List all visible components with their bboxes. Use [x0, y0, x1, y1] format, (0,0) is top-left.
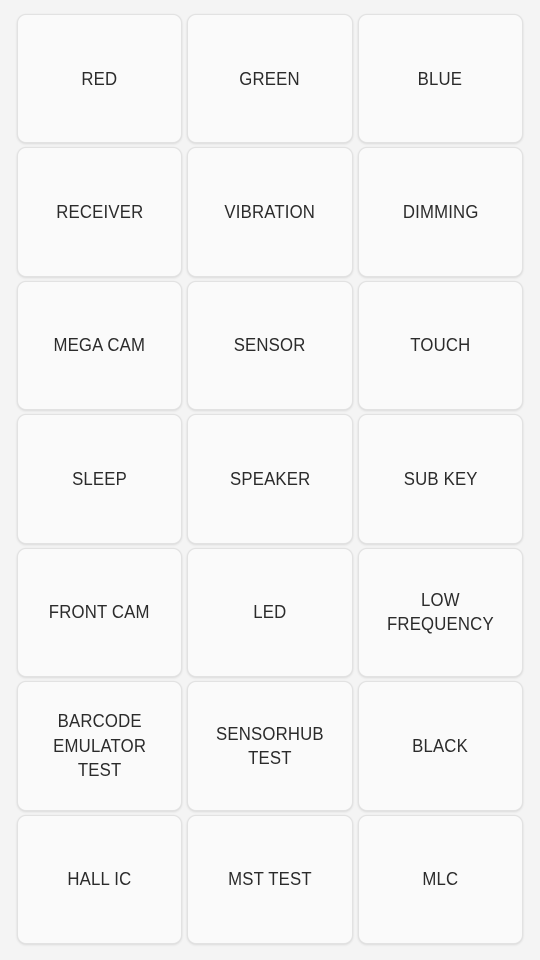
- test-card-sub-key[interactable]: SUB KEY: [357, 414, 523, 544]
- test-card-mlc[interactable]: MLC: [357, 814, 523, 944]
- test-card-label: HALL IC: [67, 869, 132, 890]
- test-card-speaker[interactable]: SPEAKER: [187, 414, 353, 544]
- test-card-hall-ic[interactable]: HALL IC: [17, 814, 183, 944]
- test-card-label: LOW FREQUENCY: [386, 590, 494, 635]
- test-card-label: MLC: [422, 869, 459, 890]
- test-menu-grid: RED GREEN BLUE RECEIVER VIBRATION DIMMIN…: [0, 0, 540, 960]
- test-card-touch[interactable]: TOUCH: [357, 280, 523, 411]
- test-card-label: DIMMING: [402, 201, 479, 222]
- test-card-label: GREEN: [239, 68, 301, 89]
- test-card-label: RECEIVER: [56, 201, 144, 222]
- test-card-sensorhub-test[interactable]: SENSORHUB TEST: [187, 681, 353, 811]
- test-card-label: VIBRATION: [224, 201, 316, 222]
- test-card-label: MEGA CAM: [53, 335, 146, 356]
- test-card-label: RED: [81, 68, 118, 89]
- test-card-sleep[interactable]: SLEEP: [17, 414, 183, 544]
- test-card-black[interactable]: BLACK: [357, 681, 523, 811]
- test-card-front-cam[interactable]: FRONT CAM: [17, 547, 183, 678]
- test-card-low-frequency[interactable]: LOW FREQUENCY: [357, 547, 523, 678]
- test-card-mst-test[interactable]: MST TEST: [187, 814, 353, 944]
- test-card-label: SUB KEY: [403, 468, 478, 489]
- test-card-receiver[interactable]: RECEIVER: [17, 147, 183, 277]
- test-card-label: SLEEP: [72, 468, 128, 489]
- test-card-label: BARCODE EMULATOR TEST: [53, 711, 147, 780]
- test-card-vibration[interactable]: VIBRATION: [187, 147, 353, 277]
- test-card-label: BLACK: [412, 735, 469, 756]
- test-card-label: BLUE: [418, 68, 463, 89]
- test-card-sensor[interactable]: SENSOR: [187, 280, 353, 411]
- test-card-label: LED: [253, 602, 287, 623]
- test-card-label: FRONT CAM: [49, 602, 151, 623]
- test-card-label: SENSOR: [234, 335, 306, 356]
- test-card-blue[interactable]: BLUE: [357, 14, 523, 144]
- test-card-label: TOUCH: [410, 335, 471, 356]
- test-card-led[interactable]: LED: [187, 547, 353, 678]
- test-card-green[interactable]: GREEN: [187, 14, 353, 144]
- test-card-dimming[interactable]: DIMMING: [357, 147, 523, 277]
- test-card-barcode-emulator-test[interactable]: BARCODE EMULATOR TEST: [17, 681, 183, 811]
- test-card-label: MST TEST: [228, 869, 312, 890]
- test-card-label: SENSORHUB TEST: [216, 723, 324, 768]
- test-card-label: SPEAKER: [229, 468, 311, 489]
- test-card-mega-cam[interactable]: MEGA CAM: [17, 280, 183, 411]
- test-card-red[interactable]: RED: [17, 14, 183, 144]
